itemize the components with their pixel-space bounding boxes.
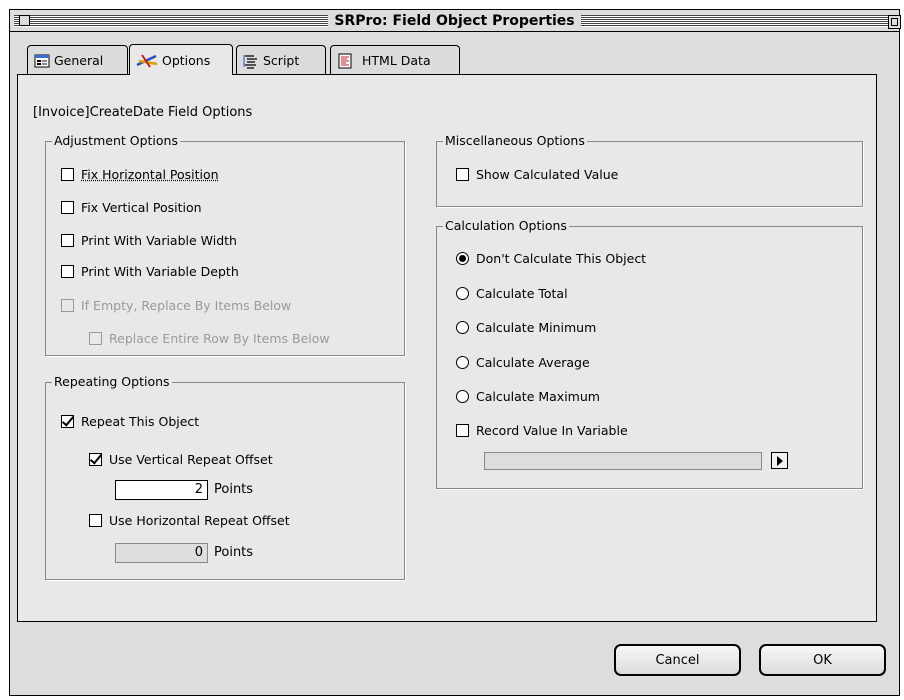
checkbox-box[interactable] <box>456 168 469 181</box>
checkbox-label: Record Value In Variable <box>476 423 628 438</box>
checkbox-box[interactable] <box>61 415 74 428</box>
checkbox-label: Use Vertical Repeat Offset <box>109 452 273 467</box>
calculate-total-radio[interactable]: Calculate Total <box>456 286 568 301</box>
general-icon <box>34 53 50 69</box>
checkbox-box[interactable] <box>456 424 469 437</box>
if-empty-replace-checkbox[interactable]: If Empty, Replace By Items Below <box>61 298 291 313</box>
checkbox-box[interactable] <box>61 168 74 181</box>
radio-label: Calculate Average <box>476 355 590 370</box>
title-bar[interactable]: SRPro: Field Object Properties <box>10 10 901 32</box>
radio-label: Calculate Maximum <box>476 389 600 404</box>
checkbox-label: Use Horizontal Repeat Offset <box>109 513 290 528</box>
variable-popup-arrow-icon[interactable] <box>771 452 788 469</box>
checkbox-box[interactable] <box>61 234 74 247</box>
calculate-minimum-radio[interactable]: Calculate Minimum <box>456 320 596 335</box>
field-options-title: [Invoice]CreateDate Field Options <box>33 105 253 120</box>
checkbox-box[interactable] <box>89 453 102 466</box>
tab-script-label: Script <box>263 53 300 68</box>
calculate-maximum-radio[interactable]: Calculate Maximum <box>456 389 600 404</box>
checkbox-box[interactable] <box>61 299 74 312</box>
checkbox-label: Repeat This Object <box>81 414 200 429</box>
tab-html-data-label: HTML Data <box>362 53 431 68</box>
radio-button[interactable] <box>456 356 469 369</box>
checkbox-box[interactable] <box>89 332 102 345</box>
variable-depth-checkbox[interactable]: Print With Variable Depth <box>61 264 239 279</box>
fix-horizontal-checkbox[interactable]: Fix Horizontal Position <box>61 167 219 182</box>
tab-html-data[interactable]: HTML Data <box>330 45 460 75</box>
html-data-icon <box>337 53 353 69</box>
vertical-offset-checkbox[interactable]: Use Vertical Repeat Offset <box>89 452 273 467</box>
script-icon <box>243 53 259 69</box>
checkbox-label: Print With Variable Width <box>81 233 237 248</box>
checkbox-box[interactable] <box>61 265 74 278</box>
vertical-offset-input[interactable]: 2 <box>115 480 208 500</box>
radio-button[interactable] <box>456 321 469 334</box>
radio-button[interactable] <box>456 390 469 403</box>
record-value-checkbox[interactable]: Record Value In Variable <box>456 423 628 438</box>
horizontal-offset-unit: Points <box>214 545 254 560</box>
tab-options[interactable]: Options <box>129 44 233 75</box>
calculate-average-radio[interactable]: Calculate Average <box>456 355 590 370</box>
adjustment-options-label: Adjustment Options <box>52 133 180 149</box>
fix-vertical-checkbox[interactable]: Fix Vertical Position <box>61 200 202 215</box>
tab-general-label: General <box>54 53 104 68</box>
checkbox-label: Fix Vertical Position <box>81 200 202 215</box>
misc-options-label: Miscellaneous Options <box>443 133 587 149</box>
tab-script[interactable]: Script <box>236 45 326 75</box>
checkbox-label: Print With Variable Depth <box>81 264 239 279</box>
tab-general[interactable]: General <box>27 45 128 75</box>
checkbox-label: If Empty, Replace By Items Below <box>81 298 292 313</box>
calculation-options-label: Calculation Options <box>443 218 569 234</box>
checkbox-box[interactable] <box>89 514 102 527</box>
checkbox-box[interactable] <box>61 201 74 214</box>
replace-entire-row-checkbox[interactable]: Replace Entire Row By Items Below <box>89 331 330 346</box>
checkbox-label: Fix Horizontal Position <box>81 167 219 182</box>
zoom-box-icon[interactable] <box>888 15 901 29</box>
radio-button[interactable] <box>456 287 469 300</box>
ok-button[interactable]: OK <box>759 644 886 676</box>
cancel-button[interactable]: Cancel <box>614 644 741 676</box>
tab-options-label: Options <box>162 52 211 68</box>
repeat-object-checkbox[interactable]: Repeat This Object <box>61 414 199 429</box>
horizontal-offset-checkbox[interactable]: Use Horizontal Repeat Offset <box>89 513 290 528</box>
options-icon <box>136 52 158 68</box>
show-calculated-checkbox[interactable]: Show Calculated Value <box>456 167 618 182</box>
window-title: SRPro: Field Object Properties <box>328 13 581 29</box>
radio-label: Calculate Total <box>476 286 568 301</box>
radio-button[interactable] <box>456 252 469 265</box>
variable-width-checkbox[interactable]: Print With Variable Width <box>61 233 237 248</box>
radio-label: Calculate Minimum <box>476 320 597 335</box>
vertical-offset-unit: Points <box>214 482 254 497</box>
repeating-options-label: Repeating Options <box>52 374 172 390</box>
radio-label: Don't Calculate This Object <box>476 251 647 266</box>
checkbox-label: Replace Entire Row By Items Below <box>109 331 330 346</box>
variable-name-input[interactable] <box>484 452 762 470</box>
checkbox-label: Show Calculated Value <box>476 167 619 182</box>
horizontal-offset-input[interactable]: 0 <box>115 543 208 563</box>
dont-calculate-radio[interactable]: Don't Calculate This Object <box>456 251 646 266</box>
